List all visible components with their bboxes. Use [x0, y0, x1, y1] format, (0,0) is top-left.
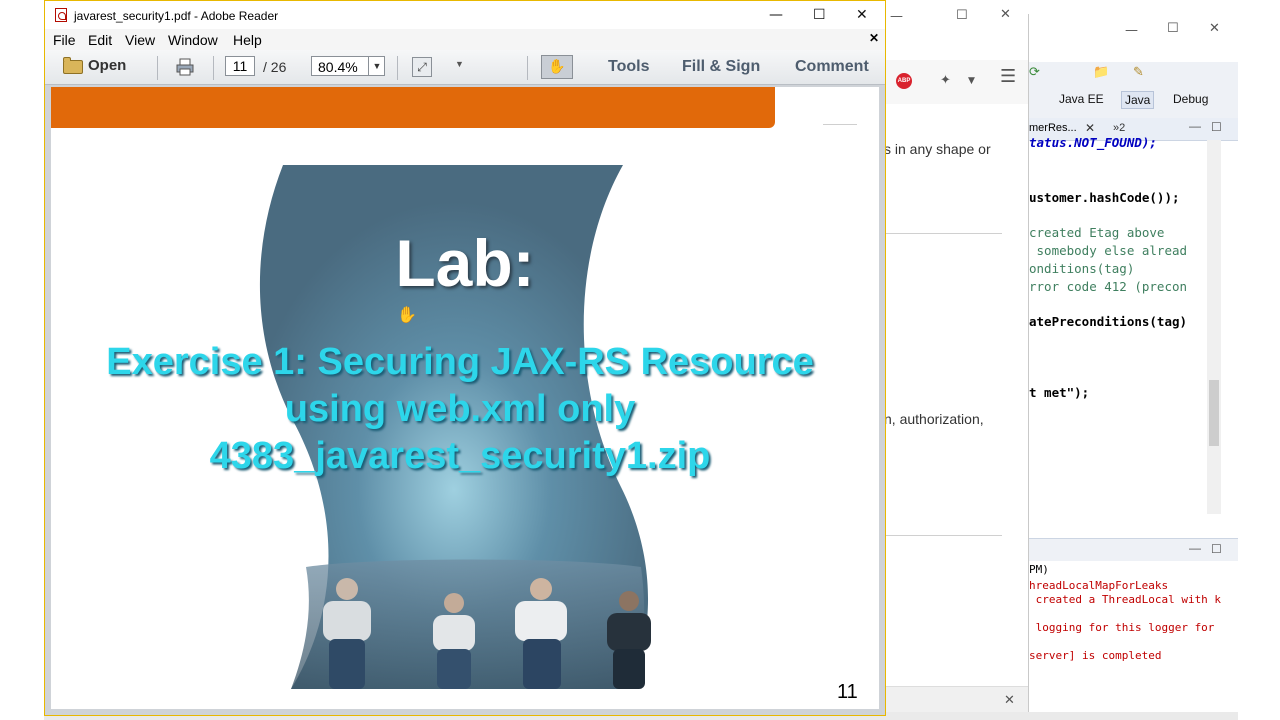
- page-total: / 26: [263, 59, 287, 75]
- console-toolbar: — ☐: [1029, 538, 1239, 561]
- code-line: created Etag above: [1029, 225, 1165, 240]
- code-line: tatus.NOT_FOUND);: [1029, 135, 1157, 150]
- extension-icon[interactable]: ✦: [940, 74, 951, 88]
- reader-toolbar: Open 11 / 26 80.4% ▼ ⤢ ▼ ✋ Tools Fill & …: [45, 50, 885, 85]
- browser-titlebar: — ☐ ✕: [884, 0, 1028, 34]
- adblock-icon[interactable]: ABP: [896, 73, 912, 89]
- tools-button[interactable]: Tools: [608, 58, 649, 76]
- editor-tab[interactable]: merRes...: [1029, 122, 1077, 134]
- browser-toolbar: ABP ✦ ▼ ☰: [884, 60, 1028, 104]
- divider: [884, 233, 1002, 234]
- window-title: javarest_security1.pdf - Adobe Reader: [74, 9, 279, 23]
- minimize-icon[interactable]: —: [1189, 119, 1201, 133]
- close-document-icon[interactable]: ✕: [869, 31, 879, 45]
- code-line: onditions(tag): [1029, 261, 1135, 276]
- exercise-line-3: 4383_javarest_security1.zip: [209, 435, 711, 477]
- folder-icon: [63, 57, 83, 74]
- background-browser-window: — ☐ ✕ ABP ✦ ▼ ☰ s in any shape or n, aut…: [884, 0, 1028, 720]
- page-number-input[interactable]: 11: [225, 56, 255, 76]
- code-line: atePreconditions(tag): [1029, 314, 1188, 329]
- close-icon[interactable]: ✕: [1209, 22, 1220, 36]
- console-line: PM): [1029, 563, 1049, 576]
- fill-sign-button[interactable]: Fill & Sign: [682, 58, 760, 76]
- perspective-debug[interactable]: Debug: [1173, 92, 1208, 106]
- hamburger-menu-icon[interactable]: ☰: [1000, 68, 1016, 86]
- console-line: logging for this logger for: [1029, 621, 1215, 634]
- minimize-icon[interactable]: —: [1189, 541, 1201, 555]
- exercise-line-1: Exercise 1: Securing JAX-RS Resource: [106, 341, 814, 383]
- exercise-line-2: using web.xml only: [284, 388, 636, 430]
- browser-bottom-bar: ✕: [884, 686, 1028, 715]
- menu-help[interactable]: Help: [233, 32, 262, 48]
- close-icon[interactable]: ✕: [856, 7, 868, 23]
- maximize-icon[interactable]: ☐: [1211, 542, 1222, 556]
- desktop: [1238, 0, 1280, 720]
- adobe-reader-window: javarest_security1.pdf - Adobe Reader — …: [44, 0, 886, 716]
- editor-scrollbar[interactable]: [1207, 140, 1221, 514]
- perspective-java[interactable]: Java: [1121, 91, 1155, 109]
- divider: [213, 56, 214, 80]
- code-line: ustomer.hashCode());: [1029, 190, 1180, 205]
- perspective-java-ee[interactable]: Java EE: [1059, 92, 1104, 106]
- console-line: hreadLocalMapForLeaks: [1029, 579, 1169, 592]
- background-eclipse-window: — ☐ ✕ ⟳ 📁 ✎ Java EE Java Debug merRes...…: [1028, 14, 1239, 720]
- comment-button[interactable]: Comment: [795, 58, 869, 76]
- maximize-icon[interactable]: ☐: [813, 7, 826, 23]
- slide-page-number: 11: [837, 681, 858, 703]
- zoom-value: 80.4%: [318, 59, 358, 75]
- maximize-icon[interactable]: ☐: [956, 9, 968, 23]
- minimize-icon[interactable]: —: [1125, 24, 1138, 38]
- close-icon[interactable]: ✕: [1085, 121, 1095, 135]
- maximize-icon[interactable]: ☐: [1211, 120, 1222, 134]
- code-line: rror code 412 (precon: [1029, 279, 1188, 294]
- browser-text-1: s in any shape or: [884, 141, 991, 157]
- edit-icon[interactable]: ✎: [1133, 66, 1144, 80]
- menu-file[interactable]: File: [53, 32, 76, 48]
- close-icon[interactable]: ✕: [1004, 694, 1015, 708]
- menu-view[interactable]: View: [125, 32, 155, 48]
- chevron-down-icon[interactable]: ▼: [455, 59, 464, 69]
- chevron-down-icon[interactable]: ▼: [968, 74, 975, 88]
- menu-window[interactable]: Window: [168, 32, 218, 48]
- menu-edit[interactable]: Edit: [88, 32, 112, 48]
- console-line: created a ThreadLocal with k: [1029, 593, 1222, 606]
- zoom-select[interactable]: 80.4% ▼: [311, 56, 385, 76]
- code-line: t met");: [1029, 385, 1090, 400]
- reader-titlebar: javarest_security1.pdf - Adobe Reader — …: [45, 1, 885, 29]
- chevron-down-icon[interactable]: ▼: [368, 57, 385, 75]
- scrollbar-thumb[interactable]: [1209, 380, 1219, 446]
- divider: [397, 56, 398, 80]
- minimize-icon[interactable]: —: [769, 7, 783, 23]
- console-line: server] is completed: [1029, 649, 1162, 662]
- hand-cursor-icon: ✋: [397, 305, 417, 324]
- divider: [527, 56, 528, 80]
- more-tabs[interactable]: »2: [1113, 122, 1125, 134]
- pdf-icon: [55, 8, 67, 22]
- code-line: somebody else alread: [1029, 243, 1188, 258]
- folder-icon[interactable]: 📁: [1093, 66, 1109, 80]
- menu-bar: File Edit View Window Help ✕: [45, 29, 885, 50]
- close-icon[interactable]: ✕: [1000, 8, 1011, 22]
- divider: [884, 535, 1002, 536]
- divider: [157, 56, 158, 80]
- minimize-icon[interactable]: —: [890, 10, 903, 24]
- fit-page-icon[interactable]: ⤢: [412, 57, 432, 77]
- document-page[interactable]: Lab: Exercise 1: Securing JAX-RS Resourc…: [51, 87, 879, 709]
- maximize-icon[interactable]: ☐: [1167, 22, 1179, 36]
- refresh-icon[interactable]: ⟳: [1029, 66, 1040, 80]
- slide-title: Lab:: [395, 226, 535, 300]
- browser-text-2: n, authorization,: [884, 411, 984, 427]
- open-label: Open: [88, 57, 127, 74]
- print-icon[interactable]: [176, 58, 194, 76]
- hand-tool-icon[interactable]: ✋: [541, 55, 573, 79]
